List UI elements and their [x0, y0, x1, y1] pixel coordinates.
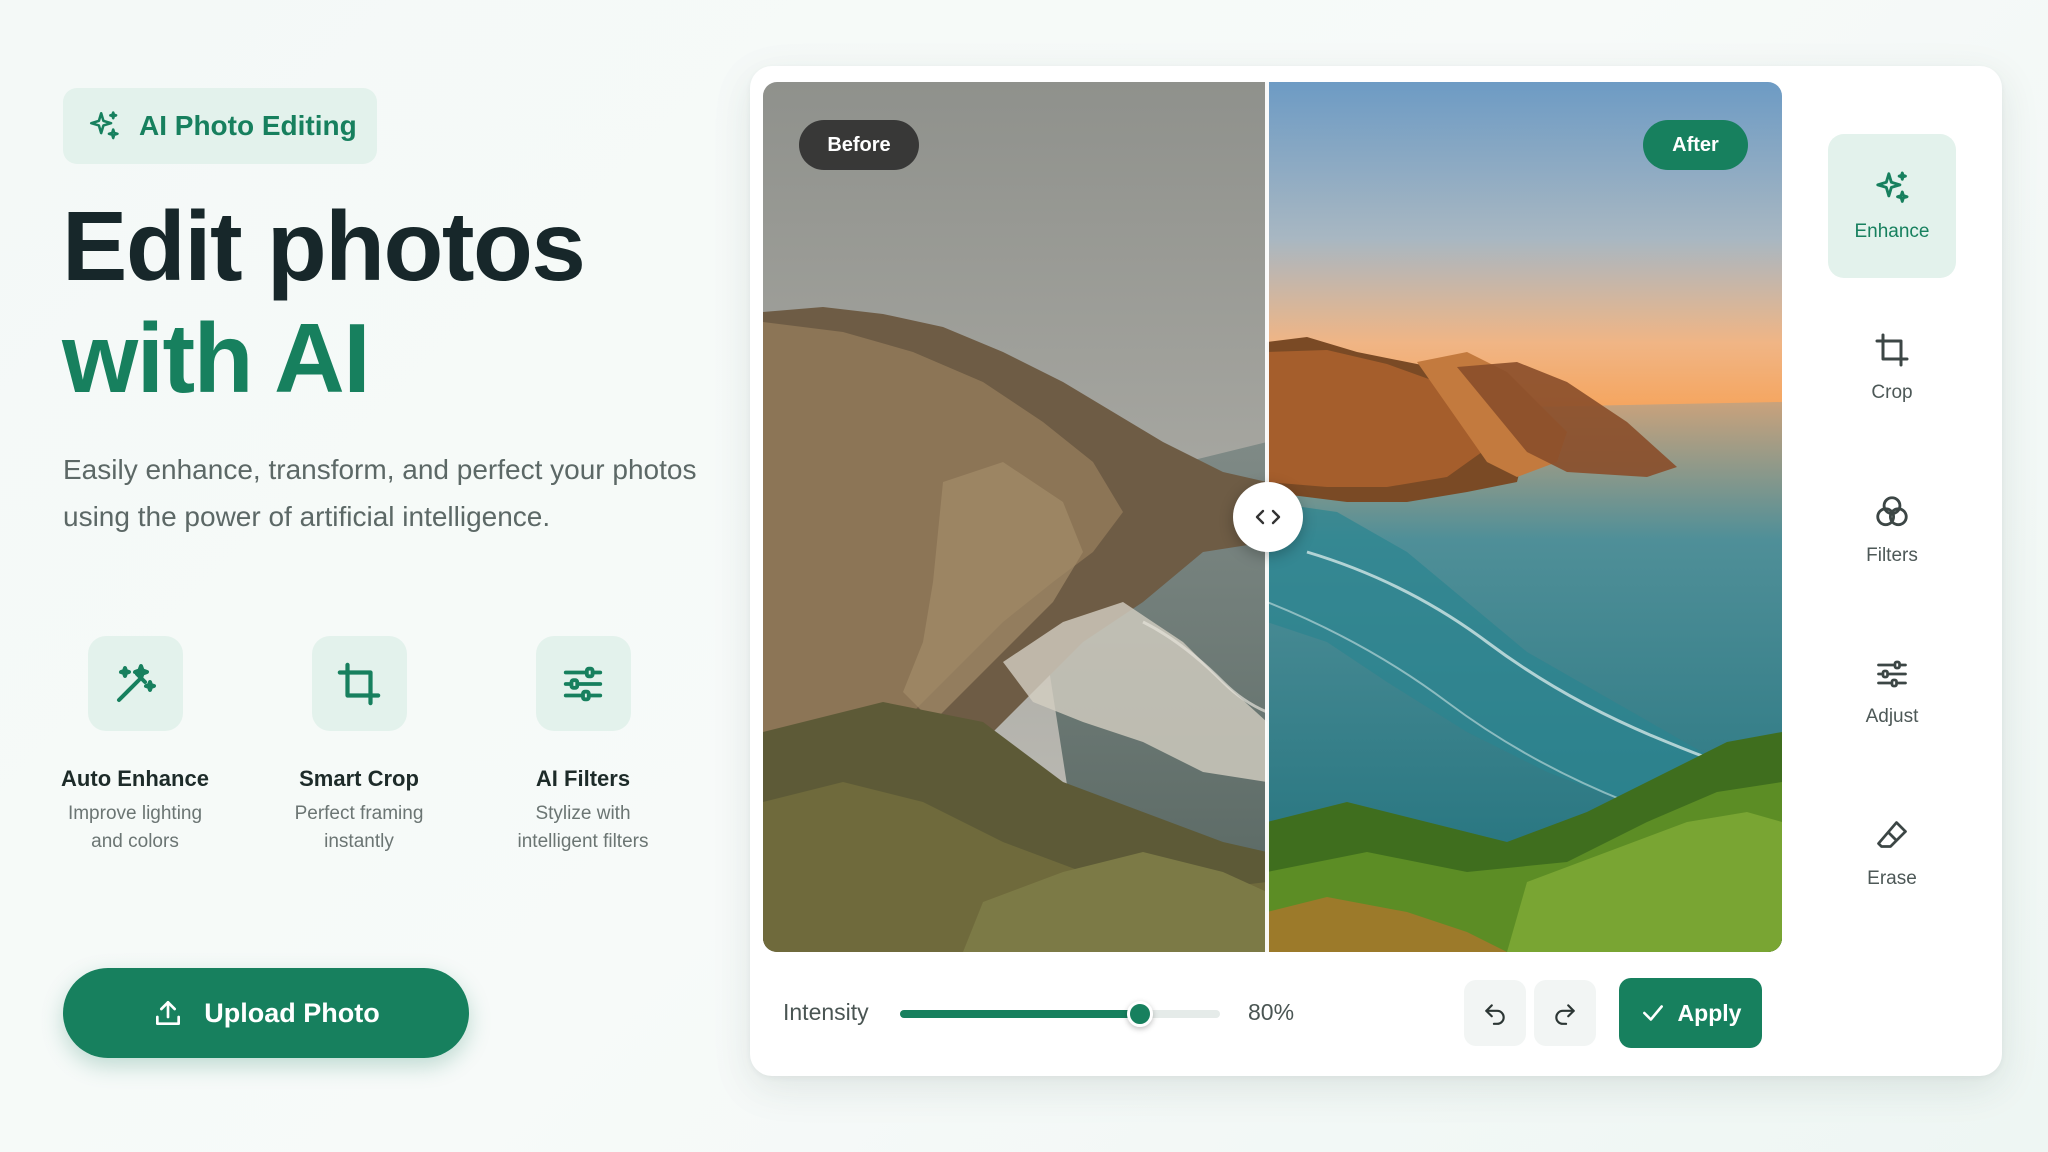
- feature-description: Stylize with intelligent filters: [517, 803, 649, 852]
- feature-title: Smart Crop: [299, 766, 419, 791]
- page: AI Photo Editing Edit photos with AI Eas…: [0, 0, 2048, 1152]
- feature-title: Auto Enhance: [61, 766, 209, 791]
- tool-filters[interactable]: Filters: [1828, 458, 1956, 602]
- upload-photo-label: Upload Photo: [204, 997, 380, 1028]
- badge-label: AI Photo Editing: [139, 110, 357, 141]
- headline-line-2: with AI: [62, 303, 371, 413]
- tool-enhance[interactable]: Enhance: [1828, 134, 1956, 278]
- redo-button[interactable]: [1534, 980, 1596, 1046]
- redo-icon: [1555, 1004, 1575, 1025]
- headline: Edit photos with AI: [62, 190, 586, 414]
- eraser-icon: [1877, 821, 1907, 848]
- tool-label: Enhance: [1854, 221, 1930, 242]
- tool-crop[interactable]: Crop: [1828, 296, 1956, 440]
- feature-icon-tile: [311, 636, 407, 731]
- sparkles-icon: [1876, 171, 1909, 203]
- feature-icon-tile: [535, 636, 631, 731]
- feature-smart-crop: Smart Crop Perfect framing instantly: [264, 636, 454, 856]
- sparkles-icon: [89, 111, 119, 140]
- intensity-slider-fill: [900, 1010, 1140, 1018]
- tool-erase[interactable]: Erase: [1828, 782, 1956, 926]
- intensity-value: 80%: [1248, 999, 1295, 1025]
- before-after-comparison[interactable]: Before After: [763, 82, 1782, 952]
- after-label: After: [1643, 120, 1748, 170]
- crop-icon: [337, 662, 381, 705]
- comparison-handle[interactable]: [1233, 482, 1303, 552]
- check-icon: [1642, 1005, 1663, 1021]
- magic-wand-icon: [117, 663, 156, 702]
- tool-label: Crop: [1871, 382, 1913, 403]
- upload-icon: [156, 1001, 181, 1025]
- sliders-icon: [563, 666, 603, 701]
- undo-button[interactable]: [1464, 980, 1526, 1046]
- sliders-icon: [1877, 660, 1907, 688]
- tool-adjust[interactable]: Adjust: [1828, 620, 1956, 764]
- intensity-slider[interactable]: [900, 1001, 1220, 1027]
- before-image: [763, 82, 1267, 952]
- editor-card: Before After Enhance Crop Filters Adjust…: [750, 66, 2002, 1076]
- feature-title: AI Filters: [535, 766, 631, 791]
- subheading: Easily enhance, transform, and perfect y…: [63, 454, 697, 532]
- tool-label: Erase: [1867, 868, 1917, 889]
- apply-label: Apply: [1677, 999, 1742, 1026]
- tool-label: Adjust: [1865, 706, 1919, 727]
- chevron-left-right-icon: [1255, 509, 1281, 525]
- tool-label: Filters: [1866, 545, 1918, 566]
- undo-icon: [1485, 1004, 1505, 1025]
- ai-photo-editing-badge: AI Photo Editing: [63, 88, 377, 164]
- apply-button[interactable]: Apply: [1619, 978, 1762, 1048]
- after-image: [1267, 82, 1782, 952]
- intensity-label: Intensity: [783, 999, 869, 1025]
- crop-icon: [1875, 333, 1909, 367]
- headline-line-1: Edit photos: [62, 191, 586, 301]
- feature-icon-tile: [87, 636, 183, 731]
- upload-photo-button[interactable]: Upload Photo: [63, 968, 469, 1058]
- tool-sidebar: Enhance Crop Filters Adjust Erase: [1828, 134, 1956, 944]
- before-label: Before: [799, 120, 919, 170]
- feature-description: Improve lighting and colors: [67, 803, 203, 852]
- feature-ai-filters: AI Filters Stylize with intelligent filte…: [488, 636, 678, 856]
- feature-auto-enhance: Auto Enhance Improve lighting and colors: [40, 636, 230, 856]
- intensity-slider-thumb[interactable]: [1127, 1001, 1153, 1027]
- feature-description: Perfect framing instantly: [294, 803, 424, 852]
- filters-icon: [1876, 496, 1908, 527]
